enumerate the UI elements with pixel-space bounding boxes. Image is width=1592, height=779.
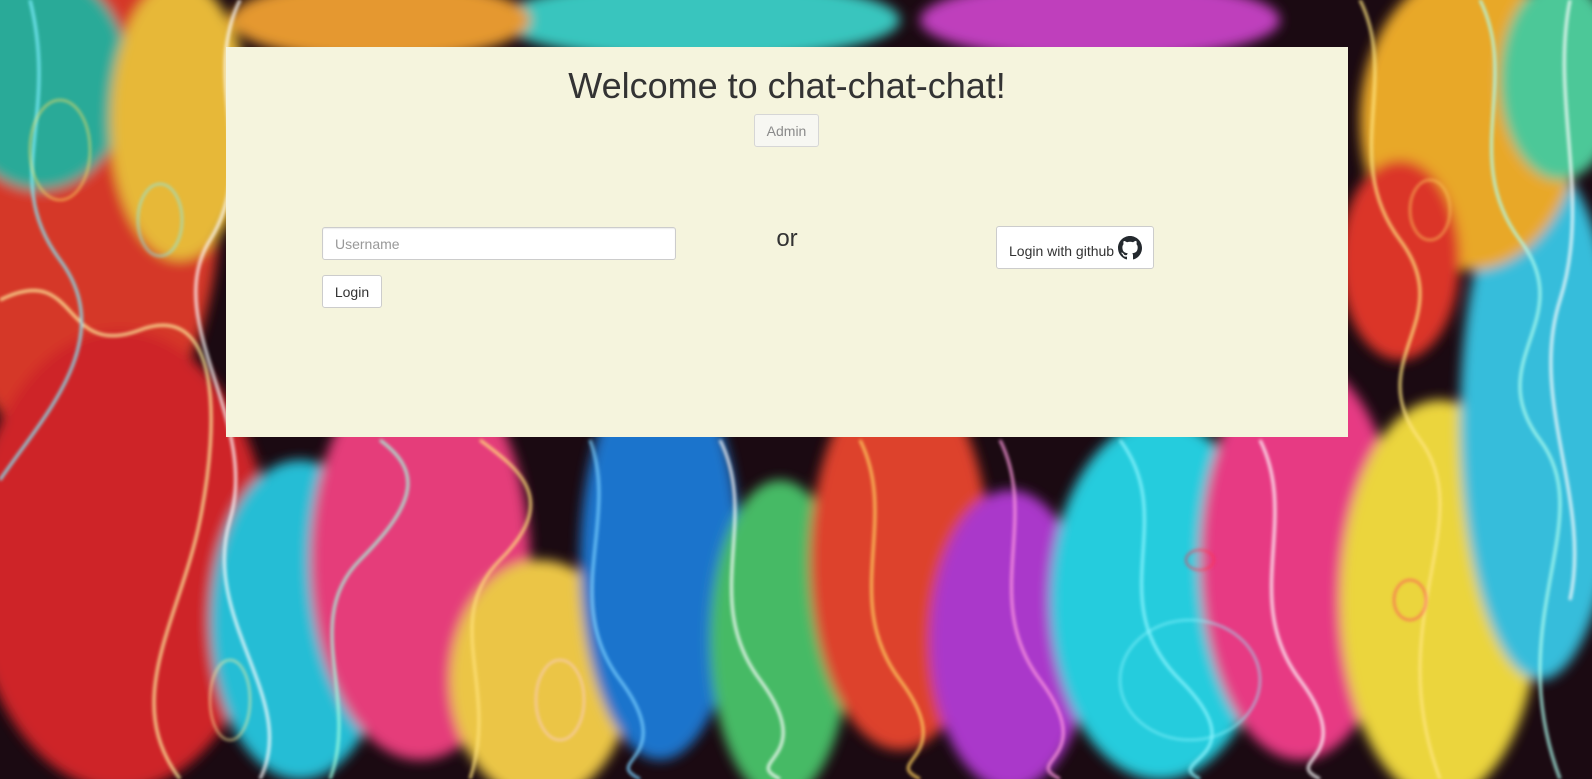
login-button[interactable]: Login — [322, 275, 382, 308]
github-button-label: Login with github — [1009, 242, 1115, 259]
admin-button[interactable]: Admin — [754, 114, 819, 147]
welcome-panel: Welcome to chat-chat-chat! Admin Login o… — [226, 47, 1348, 437]
username-input[interactable] — [322, 227, 676, 260]
page-title: Welcome to chat-chat-chat! — [568, 65, 1006, 106]
or-divider: or — [776, 225, 798, 252]
github-icon — [1118, 235, 1143, 260]
login-with-github-button[interactable]: Login with github — [996, 226, 1154, 269]
